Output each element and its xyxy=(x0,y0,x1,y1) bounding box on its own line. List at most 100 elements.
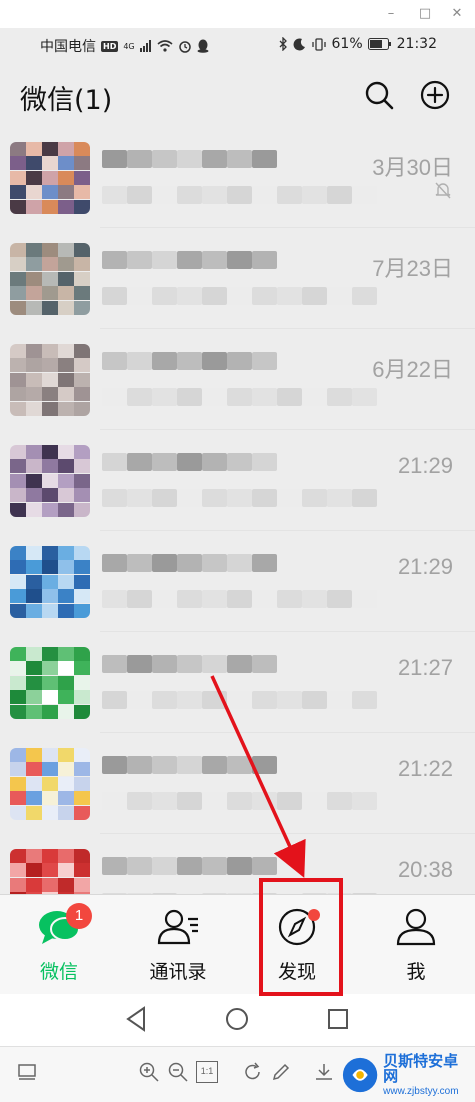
system-nav-bar xyxy=(0,994,475,1046)
redacted-name-block xyxy=(252,857,277,875)
redacted-message-block xyxy=(327,489,352,507)
muted-bell-icon xyxy=(435,182,451,199)
redacted-message-block xyxy=(152,691,177,709)
download-icon[interactable] xyxy=(313,1061,335,1083)
hd-badge: HD xyxy=(101,40,119,52)
actual-size-button[interactable]: 1:1 xyxy=(196,1061,218,1083)
redacted-message-block xyxy=(177,388,202,406)
minimize-button[interactable]: – xyxy=(380,4,402,22)
redacted-message-block xyxy=(152,590,177,608)
redacted-message-block xyxy=(102,792,127,810)
search-icon[interactable] xyxy=(364,80,394,110)
chat-row[interactable]: 21:22 xyxy=(0,734,475,834)
redacted-message-block xyxy=(202,186,227,204)
redacted-name-block xyxy=(202,655,227,673)
redacted-message-block xyxy=(252,792,277,810)
battery-icon xyxy=(367,38,391,50)
chat-row[interactable]: 21:29 xyxy=(0,431,475,531)
circle-home-icon[interactable] xyxy=(222,1004,252,1034)
redacted-message-block xyxy=(352,792,377,810)
close-window-button[interactable]: ✕ xyxy=(446,4,468,22)
phone-screen: 中国电信 HD 4G 61% 21:32 微信(1) 3月30日 7月23日 6月2… xyxy=(0,28,475,1046)
square-recent-icon[interactable] xyxy=(323,1004,353,1034)
redacted-name-block xyxy=(127,756,152,774)
rotate-icon[interactable] xyxy=(242,1061,264,1083)
redacted-name-block xyxy=(202,453,227,471)
redacted-message-block xyxy=(127,489,152,507)
pencil-icon[interactable] xyxy=(270,1061,292,1083)
redacted-message-block xyxy=(252,287,277,305)
redacted-name-block xyxy=(152,150,177,168)
redacted-message-block xyxy=(327,388,352,406)
redacted-name-block xyxy=(227,554,252,572)
maximize-button[interactable]: □ xyxy=(414,4,436,22)
redacted-message-block xyxy=(302,287,327,305)
redacted-name-block xyxy=(177,150,202,168)
site-watermark: 贝斯特安卓网 www.zjbstyy.com xyxy=(341,1052,469,1098)
redacted-message-block xyxy=(302,388,327,406)
redacted-name-block xyxy=(177,857,202,875)
row-divider xyxy=(100,328,475,329)
watermark-url: www.zjbstyy.com xyxy=(383,1085,459,1097)
redacted-name-block xyxy=(102,453,127,471)
thumbnail-icon[interactable] xyxy=(16,1061,38,1083)
chat-row[interactable]: 6月22日 xyxy=(0,330,475,430)
zoom-in-icon[interactable] xyxy=(138,1061,160,1083)
redacted-name-block xyxy=(227,150,252,168)
redacted-message-block xyxy=(127,287,152,305)
redacted-message-block xyxy=(102,186,127,204)
redacted-message-block xyxy=(177,287,202,305)
redacted-message-block xyxy=(102,590,127,608)
status-bar: 中国电信 HD 4G 61% 21:32 xyxy=(0,28,475,62)
unread-badge: 1 xyxy=(66,903,92,929)
redacted-message-block xyxy=(102,489,127,507)
bottom-tab-bar: 1 微信 通讯录 发现 我 xyxy=(0,894,475,994)
redacted-message-block xyxy=(127,590,152,608)
do-not-disturb-moon-icon xyxy=(293,37,305,50)
chat-time: 7月23日 xyxy=(372,256,453,281)
redacted-message-block xyxy=(352,388,377,406)
redacted-name-block xyxy=(177,251,202,269)
redacted-message-block xyxy=(102,691,127,709)
triangle-back-icon[interactable] xyxy=(122,1004,152,1034)
redacted-message-block xyxy=(302,792,327,810)
redacted-message-block xyxy=(277,186,302,204)
redacted-name-block xyxy=(177,554,202,572)
redacted-message-block xyxy=(152,792,177,810)
bluetooth-icon xyxy=(279,37,287,51)
redacted-name-block xyxy=(227,251,252,269)
redacted-message-block xyxy=(177,590,202,608)
redacted-message-block xyxy=(277,489,302,507)
chat-list: 3月30日 7月23日 6月22日 21:29 21:29 21:27 21:22 20:38 xyxy=(0,128,475,920)
redacted-message-block xyxy=(102,287,127,305)
tab-contacts[interactable]: 通讯录 xyxy=(119,895,237,995)
redacted-message-block xyxy=(352,691,377,709)
redacted-name-block xyxy=(127,554,152,572)
redacted-message-block xyxy=(227,287,252,305)
redacted-name-block xyxy=(227,756,252,774)
contacts-icon xyxy=(157,909,198,945)
tab-chats[interactable]: 1 微信 xyxy=(0,895,118,995)
chat-row[interactable]: 21:29 xyxy=(0,532,475,632)
zoom-out-icon[interactable] xyxy=(167,1061,189,1083)
redacted-name-block xyxy=(202,857,227,875)
chat-row[interactable]: 7月23日 xyxy=(0,229,475,329)
chat-time: 21:29 xyxy=(397,453,453,478)
redacted-message-block xyxy=(327,590,352,608)
status-left: 中国电信 HD 4G xyxy=(40,36,209,56)
chat-row[interactable]: 3月30日 xyxy=(0,128,475,228)
redacted-message-block xyxy=(277,792,302,810)
chat-time: 21:27 xyxy=(397,655,453,680)
status-right: 61% 21:32 xyxy=(278,36,437,52)
redacted-name-block xyxy=(152,756,177,774)
redacted-name-block xyxy=(227,655,252,673)
avatar xyxy=(10,243,90,315)
redacted-message-block xyxy=(202,590,227,608)
redacted-message-block xyxy=(352,590,377,608)
plus-circle-icon[interactable] xyxy=(420,80,450,110)
tab-me[interactable]: 我 xyxy=(357,895,475,995)
redacted-message-block xyxy=(252,388,277,406)
redacted-name-block xyxy=(202,756,227,774)
avatar xyxy=(10,142,90,214)
chat-row[interactable]: 21:27 xyxy=(0,633,475,733)
